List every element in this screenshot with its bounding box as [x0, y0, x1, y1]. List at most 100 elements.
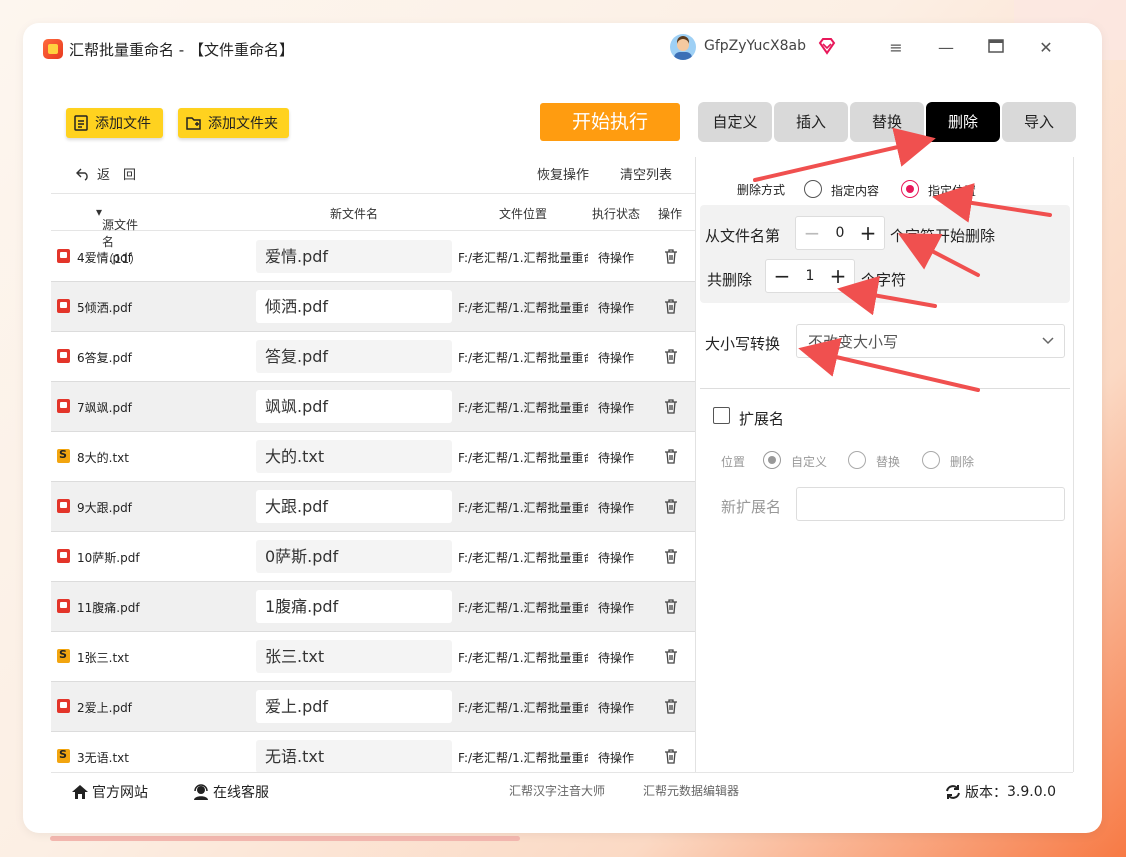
new-extension-input[interactable] [796, 487, 1065, 521]
clear-list-button[interactable]: 清空列表 [620, 164, 672, 183]
tab-custom[interactable]: 自定义 [698, 102, 772, 142]
increment-icon[interactable]: + [854, 217, 882, 249]
delete-count-suffix: 个字符 [861, 271, 907, 289]
source-filename: 1张三.txt [77, 651, 129, 665]
footer-link-pinyin[interactable]: 汇帮汉字注音大师 [509, 782, 605, 799]
trash-icon[interactable] [663, 598, 679, 614]
back-button[interactable]: 返 回 [75, 164, 136, 183]
minimize-icon[interactable]: — [934, 36, 958, 60]
delete-count-stepper[interactable]: − 1 + [765, 259, 855, 293]
pdf-file-icon [57, 349, 70, 363]
table-row[interactable]: 10萨斯.pdf 0萨斯.pdf F:/老汇帮/1.汇帮批量重命 待操作 [51, 532, 695, 582]
mode-content-radio[interactable] [804, 180, 822, 198]
new-filename-field[interactable]: 1腹痛.pdf [256, 590, 452, 623]
txt-file-icon [57, 648, 70, 663]
ext-position-label: 位置 [721, 455, 746, 469]
new-filename-field[interactable]: 倾洒.pdf [256, 290, 452, 323]
from-position-value[interactable]: 0 [824, 217, 856, 249]
trash-icon[interactable] [663, 348, 679, 364]
add-file-button[interactable]: 添加文件 [66, 108, 163, 138]
table-row[interactable]: 1张三.txt 张三.txt F:/老汇帮/1.汇帮批量重命待操作 [51, 632, 695, 682]
case-conversion-select[interactable]: 不改变大小写 [796, 324, 1065, 358]
start-button[interactable]: 开始执行 [540, 103, 680, 141]
trash-icon[interactable] [663, 698, 679, 714]
header-source-name[interactable]: ▾ 源文件名（11） [96, 205, 141, 266]
close-icon[interactable]: ✕ [1034, 36, 1058, 60]
status-text: 待操作 [598, 401, 635, 415]
trash-icon[interactable] [663, 548, 679, 564]
trash-icon[interactable] [663, 648, 679, 664]
footer-link-metadata[interactable]: 汇帮元数据编辑器 [643, 782, 739, 799]
mode-position-radio[interactable] [901, 180, 919, 198]
case-conversion-value: 不改变大小写 [808, 333, 899, 351]
source-filename: 8大的.txt [77, 451, 129, 465]
vip-diamond-icon[interactable] [817, 36, 837, 56]
table-row[interactable]: 4爱情.pdf 爱情.pdf F:/老汇帮/1.汇帮批量重命 待操作 [51, 232, 695, 282]
new-filename-field[interactable]: 大的.txt [256, 440, 452, 473]
ext-replace-label[interactable]: 替换 [876, 453, 900, 470]
table-row[interactable]: 3无语.txt 无语.txt F:/老汇帮/1.汇帮批量重命待操作 [51, 732, 695, 772]
trash-icon[interactable] [663, 748, 679, 764]
add-folder-label: 添加文件夹 [208, 116, 278, 132]
new-filename-field[interactable]: 爱情.pdf [256, 240, 452, 273]
trash-icon[interactable] [663, 398, 679, 414]
from-position-suffix: 个字符开始删除 [890, 227, 996, 245]
from-position-stepper[interactable]: − 0 + [795, 216, 885, 250]
support-link[interactable]: 在线客服 [192, 782, 269, 802]
new-filename-field[interactable]: 张三.txt [256, 640, 452, 673]
add-file-icon [74, 115, 88, 131]
decrement-icon[interactable]: − [768, 260, 796, 292]
ext-replace-radio[interactable] [848, 451, 866, 469]
increment-icon[interactable]: + [824, 260, 852, 292]
username[interactable]: GfpZyYucX8ab [704, 38, 806, 54]
restore-button[interactable]: 恢复操作 [537, 164, 589, 183]
version-label: 版本： [965, 785, 1007, 801]
new-filename-field[interactable]: 爱上.pdf [256, 690, 452, 723]
ext-custom-label[interactable]: 自定义 [791, 453, 827, 470]
header-operation: 操作 [658, 207, 683, 221]
new-filename-field[interactable]: 0萨斯.pdf [256, 540, 452, 573]
ext-delete-radio[interactable] [922, 451, 940, 469]
divider [695, 157, 696, 772]
user-avatar[interactable] [670, 34, 696, 60]
mode-content-label[interactable]: 指定内容 [831, 182, 879, 199]
decrement-icon[interactable]: − [798, 217, 826, 249]
table-row[interactable]: 7飒飒.pdf 飒飒.pdf F:/老汇帮/1.汇帮批量重命 待操作 [51, 382, 695, 432]
trash-icon[interactable] [663, 248, 679, 264]
add-folder-button[interactable]: 添加文件夹 [178, 108, 289, 138]
new-filename-field[interactable]: 无语.txt [256, 740, 452, 772]
menu-icon[interactable]: ≡ [884, 36, 908, 60]
extension-checkbox[interactable] [713, 407, 730, 424]
new-filename-field[interactable]: 飒飒.pdf [256, 390, 452, 423]
trash-icon[interactable] [663, 298, 679, 314]
status-text: 待操作 [598, 251, 635, 265]
delete-count-value[interactable]: 1 [794, 260, 826, 292]
status-text: 待操作 [598, 601, 635, 615]
file-path: F:/老汇帮/1.汇帮批量重命 [458, 451, 588, 465]
version-info[interactable]: 版本： 3.9.0.0 [945, 782, 1056, 802]
trash-icon[interactable] [663, 498, 679, 514]
table-row[interactable]: 11腹痛.pdf 1腹痛.pdf F:/老汇帮/1.汇帮批量重命 待操作 [51, 582, 695, 632]
tab-import[interactable]: 导入 [1002, 102, 1076, 142]
ext-delete-label[interactable]: 删除 [950, 453, 974, 470]
status-text: 待操作 [598, 451, 635, 465]
table-row[interactable]: 5倾洒.pdf 倾洒.pdf F:/老汇帮/1.汇帮批量重命 待操作 [51, 282, 695, 332]
mode-position-label[interactable]: 指定位置 [928, 182, 976, 199]
table-row[interactable]: 2爱上.pdf 爱上.pdf F:/老汇帮/1.汇帮批量重命 待操作 [51, 682, 695, 732]
table-row[interactable]: 9大跟.pdf 大跟.pdf F:/老汇帮/1.汇帮批量重命 待操作 [51, 482, 695, 532]
tab-delete[interactable]: 删除 [926, 102, 1000, 142]
pdf-file-icon [57, 249, 70, 263]
tab-replace[interactable]: 替换 [850, 102, 924, 142]
ext-custom-radio[interactable] [763, 451, 781, 469]
file-path: F:/老汇帮/1.汇帮批量重命 [458, 751, 588, 765]
new-filename-field[interactable]: 答复.pdf [256, 340, 452, 373]
new-filename-field[interactable]: 大跟.pdf [256, 490, 452, 523]
tab-insert[interactable]: 插入 [774, 102, 848, 142]
trash-icon[interactable] [663, 448, 679, 464]
website-link[interactable]: 官方网站 [71, 782, 148, 802]
table-row[interactable]: 8大的.txt 大的.txt F:/老汇帮/1.汇帮批量重命待操作 [51, 432, 695, 482]
file-path: F:/老汇帮/1.汇帮批量重命 [458, 301, 588, 315]
extension-label[interactable]: 扩展名 [739, 408, 784, 429]
table-row[interactable]: 6答复.pdf 答复.pdf F:/老汇帮/1.汇帮批量重命 待操作 [51, 332, 695, 382]
maximize-icon[interactable] [984, 36, 1008, 60]
